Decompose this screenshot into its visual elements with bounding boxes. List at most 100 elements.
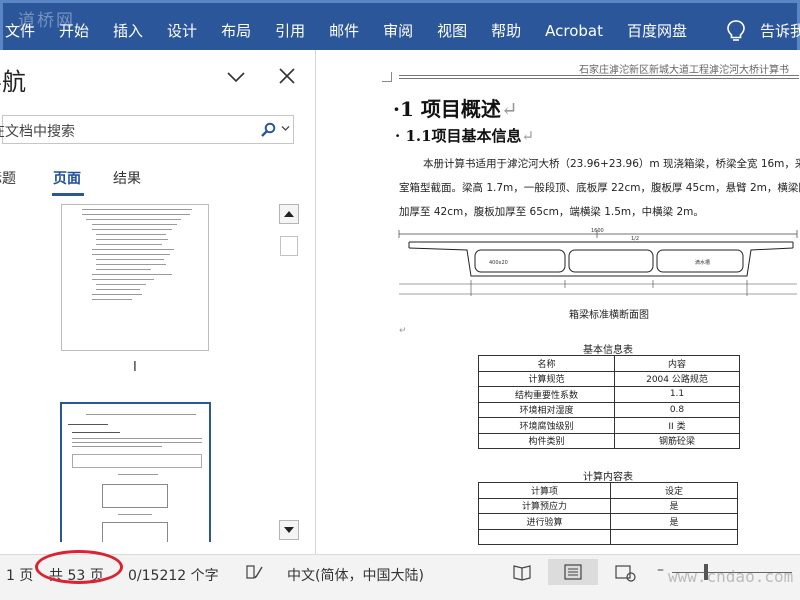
lightbulb-icon[interactable] (725, 19, 747, 43)
body-line-3[interactable]: 加厚至 42cm，腹板加厚至 65cm，端横梁 1.5m，中横梁 2m。 (399, 204, 704, 219)
tab-view[interactable]: 视图 (425, 3, 479, 50)
table-cell[interactable]: 计算预应力 (478, 497, 611, 514)
page-layout-icon (564, 564, 582, 580)
table-row: 计算规范 2004 公路规范 (478, 370, 740, 387)
page-number-label: I (133, 360, 137, 375)
drawing-label-left: 400x20 (489, 260, 508, 266)
table-row: 名称 内容 (478, 355, 740, 372)
body-line-1[interactable]: 本册计算书适用于滹沱河大桥（23.96+23.96）m 现浇箱梁，桥梁全宽 16… (423, 156, 800, 171)
ribbon-tabs: 文件 开始 插入 设计 布局 引用 邮件 审阅 视图 帮助 Acrobat 百度… (3, 3, 699, 50)
figure-caption: 箱梁标准横断面图 (569, 310, 649, 321)
highlight-annotation (35, 550, 123, 584)
read-mode-button[interactable] (504, 559, 540, 585)
tell-me-box[interactable]: 告诉我 (760, 3, 800, 50)
tab-design[interactable]: 设计 (155, 3, 209, 50)
header-rule (399, 75, 799, 79)
tab-references[interactable]: 引用 (263, 3, 317, 50)
tab-results[interactable]: 结果 (113, 168, 141, 188)
close-icon[interactable] (277, 66, 297, 86)
nav-tabs: 标题 页面 结果 (0, 168, 300, 198)
scrollbar-thumb[interactable] (280, 236, 298, 256)
tab-mailings[interactable]: 邮件 (317, 3, 371, 50)
box-girder-cross-section-drawing: 1600 1/2 400x20 滴水槽 (398, 228, 798, 296)
word-count[interactable]: 0/15212 个字 (128, 565, 219, 585)
table-cell[interactable] (478, 528, 611, 545)
table-row: 结构重要性系数 1.1 (478, 386, 740, 403)
table-cell[interactable]: 计算规范 (478, 370, 615, 387)
table-cell[interactable] (610, 528, 738, 545)
table-cell[interactable]: 2004 公路规范 (614, 370, 740, 387)
table-cell[interactable]: 环境腐蚀级别 (478, 417, 615, 434)
table-cell[interactable]: 0.8 (614, 401, 740, 418)
search-icon[interactable] (260, 122, 276, 138)
table-row: 计算预应力是 (478, 497, 738, 514)
table-row: 构件类别 钢筋砼梁 (478, 432, 740, 449)
table-header-cell[interactable]: 名称 (478, 355, 615, 372)
heading-2-text: · 1.1项目基本信息 (395, 127, 522, 145)
table-cell[interactable]: 是 (610, 513, 738, 530)
basic-info-table-title: 基本信息表 (583, 345, 633, 356)
chevron-down-icon[interactable] (226, 70, 246, 84)
table-cell[interactable]: 进行验算 (478, 513, 611, 530)
print-layout-button[interactable] (548, 559, 598, 585)
chevron-down-icon[interactable] (281, 125, 290, 132)
web-layout-button[interactable] (606, 559, 642, 585)
drawing-label-center: 1/2 (631, 236, 639, 242)
tab-layout[interactable]: 布局 (209, 3, 263, 50)
tab-baidu-netdisk[interactable]: 百度网盘 (615, 3, 699, 50)
language-indicator[interactable]: 中文(简体，中国大陆) (287, 565, 424, 585)
table-cell[interactable]: 构件类别 (478, 432, 615, 449)
drawing-label-total: 1600 (591, 228, 604, 234)
body-line-2[interactable]: 室箱型截面。梁高 1.7m，一般段顶、底板厚 22cm，腹板厚 45cm，悬臂 … (399, 180, 800, 195)
table-row: 进行验算是 (478, 513, 738, 530)
search-placeholder: 在文档中搜索 (0, 124, 75, 140)
drawing-label-right: 滴水槽 (695, 259, 710, 266)
site-watermark: 道桥网 (18, 11, 75, 31)
page-indicator[interactable]: 1 页 (6, 565, 33, 585)
zoom-out-button[interactable]: – (657, 562, 664, 578)
nav-search-input[interactable]: 在文档中搜索 (0, 115, 294, 144)
table-row: 环境相对湿度 0.8 (478, 401, 740, 418)
page-thumbnail[interactable] (61, 204, 209, 351)
basic-info-table: 名称 内容 计算规范 2004 公路规范 结构重要性系数 1.1 环境相对湿度 0.8… (478, 355, 740, 449)
web-layout-icon (615, 565, 636, 582)
table-header-cell[interactable]: 设定 (610, 482, 738, 499)
tab-headings[interactable]: 标题 (0, 168, 16, 188)
table-cell[interactable]: II 类 (614, 417, 740, 434)
tab-review[interactable]: 审阅 (371, 3, 425, 50)
table-row: 环境腐蚀级别 II 类 (478, 417, 740, 434)
triangle-up-icon (284, 211, 294, 217)
table-cell[interactable]: 环境相对湿度 (478, 401, 615, 418)
tab-pages[interactable]: 页面 (53, 168, 81, 188)
tab-help[interactable]: 帮助 (479, 3, 533, 50)
calc-content-table-title: 计算内容表 (583, 472, 633, 483)
document-page[interactable]: 石家庄滹沱新区新城大道工程滹沱河大桥计算书 ·1 项目概述↵ · 1.1项目基本… (383, 50, 800, 554)
table-row (478, 528, 738, 545)
table-header-cell[interactable]: 内容 (614, 355, 740, 372)
scroll-up-button[interactable] (279, 204, 299, 224)
thumbnail-scrollbar[interactable] (279, 204, 301, 542)
running-head: 石家庄滹沱新区新城大道工程滹沱河大桥计算书 (579, 65, 789, 76)
tab-acrobat[interactable]: Acrobat (533, 3, 615, 50)
active-tab-indicator (52, 193, 84, 196)
nav-title: 导航 (0, 68, 26, 96)
navigation-pane: 导航 在文档中搜索 标题 页面 结果 (0, 50, 316, 554)
page-thumbnail-selected[interactable] (60, 402, 211, 542)
heading-2[interactable]: · 1.1项目基本信息↵ (395, 125, 534, 146)
page-thumbnails: I (0, 204, 275, 542)
tab-insert[interactable]: 插入 (101, 3, 155, 50)
table-cell[interactable]: 结构重要性系数 (478, 386, 615, 403)
table-cell[interactable]: 1.1 (614, 386, 740, 403)
table-cell[interactable]: 是 (610, 497, 738, 514)
table-header-cell[interactable]: 计算项 (478, 482, 611, 499)
scroll-down-button[interactable] (279, 520, 299, 540)
word-window: { "watermark_top": "道桥网", "ribbon": { "t… (0, 0, 800, 600)
table-row: 计算项 设定 (478, 482, 738, 499)
heading-1-text: ·1 项目概述 (393, 97, 501, 121)
heading-1[interactable]: ·1 项目概述↵ (393, 93, 518, 122)
table-cell[interactable]: 钢筋砼梁 (614, 432, 740, 449)
calc-content-table: 计算项 设定 计算预应力是 进行验算是 (478, 482, 738, 545)
triangle-down-icon (284, 527, 294, 533)
ribbon-bar: 文件 开始 插入 设计 布局 引用 邮件 审阅 视图 帮助 Acrobat 百度… (0, 0, 800, 50)
proofing-icon[interactable] (245, 563, 265, 581)
